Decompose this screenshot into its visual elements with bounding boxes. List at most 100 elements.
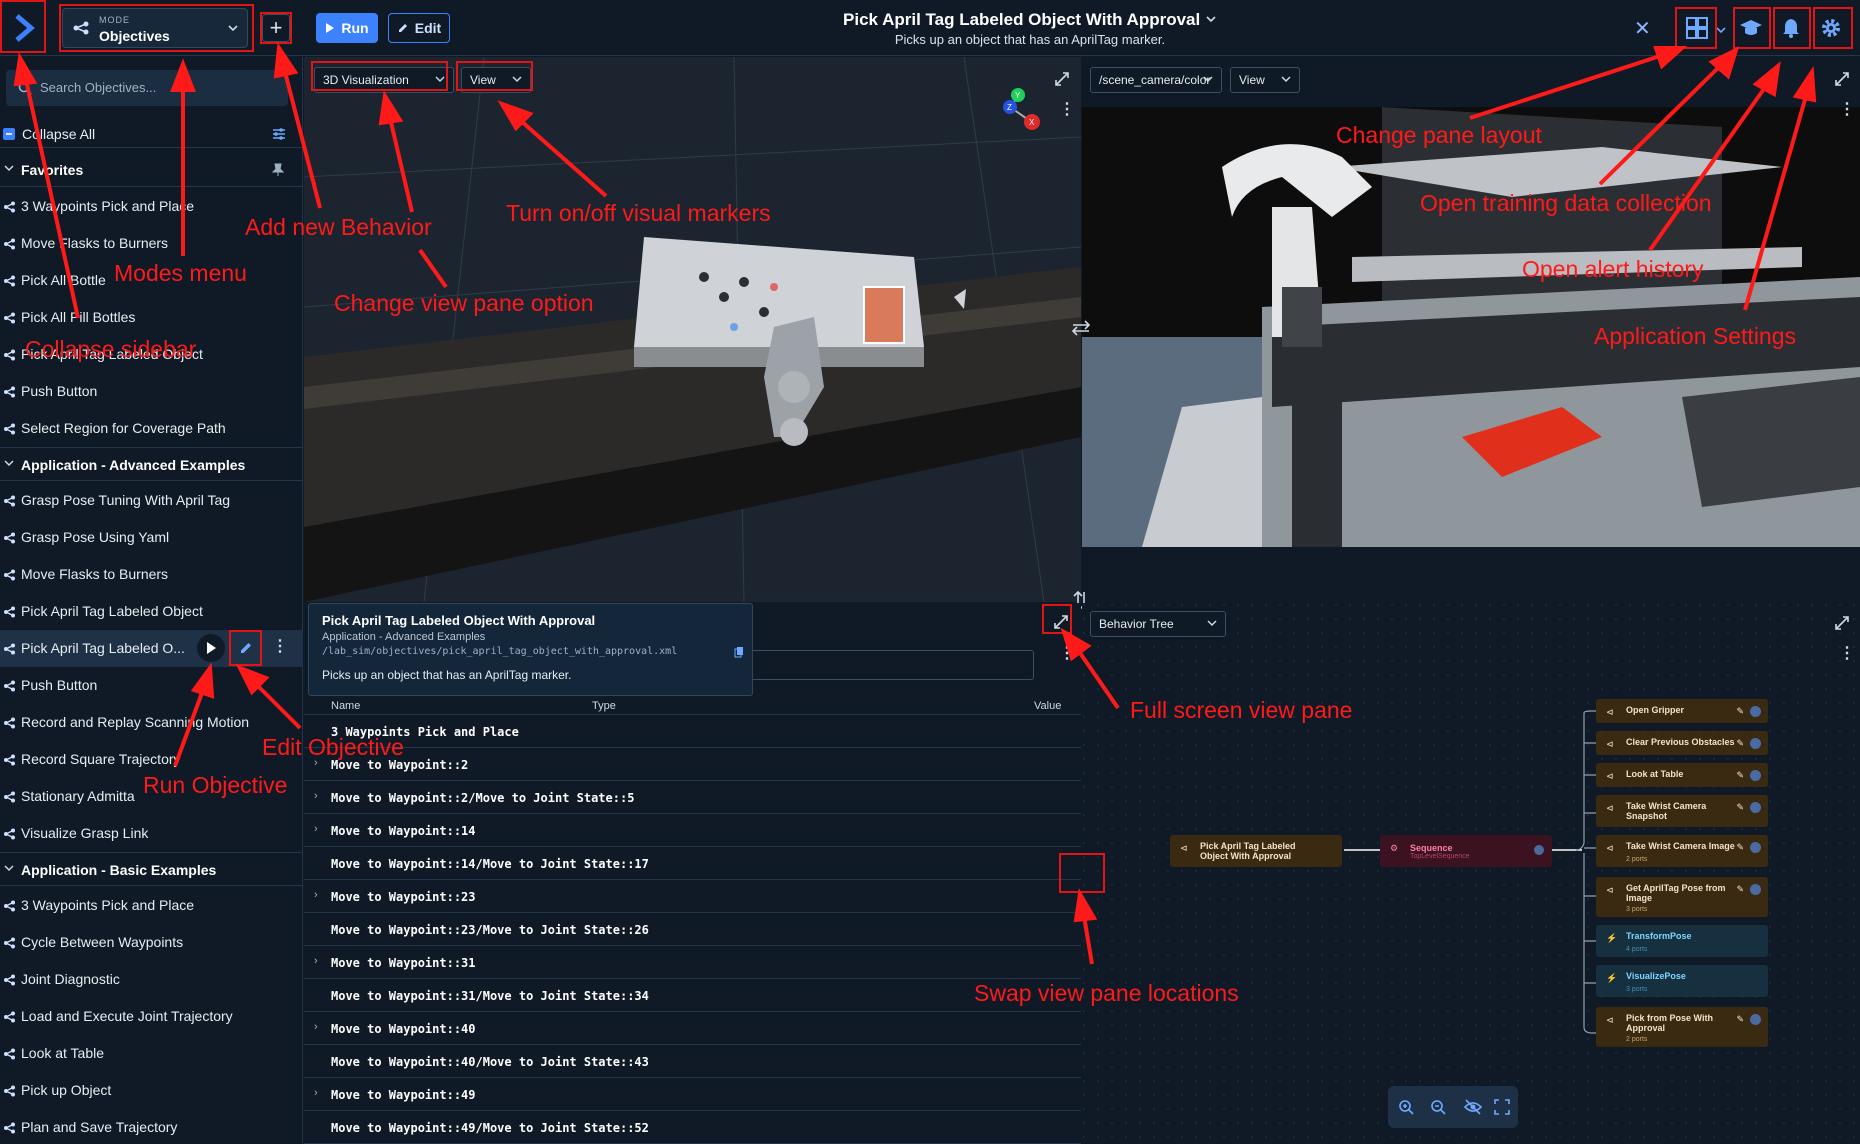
sidebar-objective-item[interactable]: Grasp Pose Using Yaml [0, 519, 303, 556]
sequence-node[interactable]: ⚙ Sequence TopLevelSequence [1380, 835, 1552, 867]
sidebar-objective-item[interactable]: Joint Diagnostic [0, 961, 303, 998]
blackboard-row[interactable]: › Move to Waypoint::40 [304, 1012, 1081, 1045]
section-favorites[interactable]: Favorites [0, 153, 303, 187]
fullscreen-icon[interactable] [1834, 71, 1850, 87]
zoom-out-icon[interactable] [1430, 1099, 1446, 1115]
fullscreen-icon[interactable] [1054, 71, 1070, 87]
more-options-icon[interactable]: ⋮ [1059, 643, 1075, 663]
more-options-icon[interactable]: ⋮ [272, 636, 288, 656]
subtree-icon: ⊲ [1606, 1015, 1614, 1025]
blackboard-row[interactable]: › Move to Waypoint::49 [304, 1078, 1081, 1111]
tree-canvas[interactable] [1082, 603, 1860, 1144]
sidebar-objective-item[interactable]: Look at Table [0, 1035, 303, 1072]
sidebar-objective-item[interactable]: Load and Execute Joint Trajectory [0, 998, 303, 1035]
blackboard-row[interactable]: 3 Waypoints Pick and Place [304, 715, 1081, 748]
pencil-icon[interactable]: ✎ [1736, 802, 1744, 813]
expand-node-icon[interactable] [1750, 706, 1761, 717]
tree-child-node[interactable]: ⊲ Open Gripper ✎ [1596, 699, 1768, 723]
tree-root-node[interactable]: ⊲ Pick April Tag Labeled Object With App… [1170, 835, 1342, 867]
blackboard-row[interactable]: › Move to Waypoint::23 [304, 880, 1081, 913]
axis-gizmo-icon: Y Z X [1003, 88, 1040, 130]
pane-behavior-tree[interactable]: Behavior Tree ⋮ ⊲ Pick April Tag Labeled… [1082, 603, 1860, 1144]
section-advanced[interactable]: Application - Advanced Examples [0, 447, 303, 481]
expand-node-icon[interactable] [1750, 802, 1761, 813]
expand-node-icon[interactable] [1750, 1014, 1761, 1025]
expand-arrow-icon[interactable]: › [314, 955, 318, 967]
camera-view-selector[interactable]: View [1230, 67, 1300, 93]
blackboard-row[interactable]: › Move to Waypoint::14 [304, 814, 1081, 847]
sidebar-objective-item[interactable]: Pick up Object [0, 1072, 303, 1109]
tree-child-node[interactable]: ⊲ Look at Table ✎ [1596, 763, 1768, 787]
expand-node-icon[interactable] [1750, 770, 1761, 781]
sidebar-objective-item[interactable]: Push Button [0, 373, 303, 410]
tree-child-node[interactable]: ⊲ Get AprilTag Pose from Image 3 ports ✎ [1596, 877, 1768, 917]
sidebar-objective-item[interactable]: Record and Replay Scanning Motion [0, 704, 303, 741]
3d-scene[interactable] [304, 57, 1081, 602]
sidebar-objective-item[interactable]: Cycle Between Waypoints [0, 924, 303, 961]
annotation-run-objective: Run Objective [143, 772, 288, 798]
sidebar-objective-item[interactable]: Visualize Grasp Link [0, 815, 303, 852]
sidebar-objective-item[interactable]: Pick April Tag Labeled Object [0, 593, 303, 630]
copy-icon[interactable] [734, 646, 744, 658]
search-input[interactable]: Search Objectives... [6, 70, 288, 106]
blackboard-row[interactable]: Move to Waypoint::49/Move to Joint State… [304, 1111, 1081, 1144]
blackboard-row[interactable]: Move to Waypoint::23/Move to Joint State… [304, 913, 1081, 946]
expand-arrow-icon[interactable]: › [314, 1087, 318, 1099]
sidebar-objective-item[interactable]: Push Button [0, 667, 303, 704]
tree-child-node[interactable]: ⊲ Take Wrist Camera Image 2 ports ✎ [1596, 835, 1768, 867]
sidebar-objective-item[interactable]: Select Region for Coverage Path [0, 410, 303, 447]
sidebar-objective-item[interactable]: Grasp Pose Tuning With April Tag [0, 482, 303, 519]
pencil-icon[interactable]: ✎ [1736, 706, 1744, 717]
camera-topic-selector[interactable]: /scene_camera/color [1090, 67, 1222, 93]
tree-view-selector[interactable]: Behavior Tree [1090, 611, 1226, 637]
tree-child-node[interactable]: ⊲ Clear Previous Obstacles ✎ [1596, 731, 1768, 755]
sidebar-objective-item[interactable]: Pick All Pill Bottles [0, 299, 303, 336]
blackboard-row[interactable]: Move to Waypoint::14/Move to Joint State… [304, 847, 1081, 880]
section-basic[interactable]: Application - Basic Examples [0, 852, 303, 886]
pencil-icon[interactable]: ✎ [1736, 842, 1744, 853]
expand-arrow-icon[interactable]: › [314, 790, 318, 802]
pencil-icon[interactable]: ✎ [1736, 1014, 1744, 1025]
collapse-all-row[interactable]: Collapse All [0, 120, 303, 148]
blackboard-row[interactable]: › Move to Waypoint::2/Move to Joint State… [304, 781, 1081, 814]
expand-arrow-icon[interactable]: › [314, 823, 318, 835]
fullscreen-icon[interactable] [1834, 615, 1850, 631]
objective-title[interactable]: Pick April Tag Labeled Object With Appro… [800, 10, 1260, 30]
pencil-icon[interactable]: ✎ [1736, 884, 1744, 895]
expand-node-icon[interactable] [1750, 842, 1761, 853]
expand-node-icon[interactable] [1750, 884, 1761, 895]
pane-3d-visualization[interactable]: 3D Visualization View Y Z X ⋮ [304, 57, 1081, 602]
tree-child-node[interactable]: ⚡ TransformPose 4 ports [1596, 925, 1768, 957]
chevron-down-icon[interactable] [1716, 22, 1726, 40]
pencil-icon[interactable]: ✎ [1736, 738, 1744, 749]
swap-horizontal-icon[interactable] [1071, 318, 1091, 338]
blackboard-row[interactable]: › Move to Waypoint::2 [304, 748, 1081, 781]
blackboard-row[interactable]: Move to Waypoint::31/Move to Joint State… [304, 979, 1081, 1012]
tree-child-node[interactable]: ⊲ Pick from Pose With Approval 2 ports ✎ [1596, 1007, 1768, 1047]
sidebar-objective-item[interactable]: 3 Waypoints Pick and Place [0, 887, 303, 924]
sidebar-objective-item[interactable]: Move Flasks to Burners [0, 556, 303, 593]
expand-node-icon[interactable] [1750, 738, 1761, 749]
more-options-icon[interactable]: ⋮ [1839, 643, 1855, 663]
expand-arrow-icon[interactable]: › [314, 889, 318, 901]
pin-icon[interactable] [272, 163, 284, 177]
pencil-icon[interactable]: ✎ [1736, 770, 1744, 781]
pane-blackboard[interactable]: Name Type Value 3 Waypoints Pick and Pla… [304, 603, 1081, 1144]
eye-off-icon[interactable] [1464, 1099, 1482, 1115]
blackboard-row[interactable]: Move to Waypoint::40/Move to Joint State… [304, 1045, 1081, 1078]
zoom-in-icon[interactable] [1398, 1099, 1414, 1115]
expand-arrow-icon[interactable]: › [314, 1021, 318, 1033]
sidebar-objective-item[interactable]: Plan and Save Trajectory [0, 1109, 303, 1144]
blackboard-row[interactable]: › Move to Waypoint::31 [304, 946, 1081, 979]
run-objective-button[interactable] [197, 634, 225, 662]
tree-child-node[interactable]: ⚡ VisualizePose 3 ports [1596, 965, 1768, 997]
tree-child-node[interactable]: ⊲ Take Wrist Camera Snapshot ✎ [1596, 795, 1768, 827]
filter-sliders-icon[interactable] [272, 127, 286, 141]
fit-view-icon[interactable] [1494, 1099, 1510, 1115]
more-options-icon[interactable]: ⋮ [1839, 99, 1855, 119]
run-button[interactable]: Run [316, 13, 378, 43]
close-icon[interactable]: ✕ [1634, 16, 1651, 41]
edit-button[interactable]: Edit [388, 13, 450, 43]
more-options-icon[interactable]: ⋮ [1059, 99, 1075, 119]
collapse-node-icon[interactable] [1534, 845, 1544, 855]
